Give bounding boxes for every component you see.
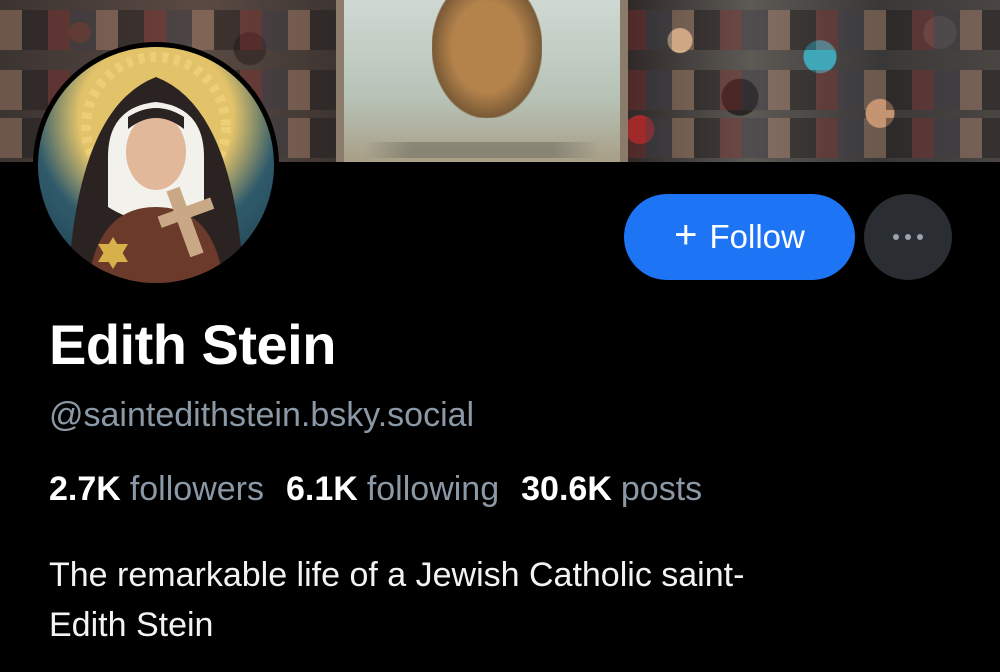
banner-painting <box>336 0 628 162</box>
plus-icon: + <box>674 213 698 257</box>
bio-line: Edith Stein <box>49 606 214 644</box>
profile-handle: @saintedithstein.bsky.social <box>49 396 475 434</box>
posts-label: posts <box>620 470 703 508</box>
painting-inscription <box>364 142 600 158</box>
bio-line: The remarkable life of a Jewish Catholic… <box>49 556 745 594</box>
posts-count: 30.6K <box>521 470 612 508</box>
followers-link[interactable]: 2.7K followers <box>49 470 264 509</box>
profile-stats: 2.7K followers 6.1K following 30.6K post… <box>49 470 702 509</box>
display-name: Edith Stein <box>49 313 336 376</box>
following-count: 6.1K <box>286 470 358 508</box>
following-label: following <box>366 470 500 508</box>
profile-bio: The remarkable life of a Jewish Catholic… <box>49 550 949 650</box>
more-options-button[interactable] <box>864 194 952 280</box>
following-link[interactable]: 6.1K following <box>286 470 499 509</box>
painting-figure <box>432 0 542 118</box>
followers-label: followers <box>129 470 264 508</box>
follow-button[interactable]: + Follow <box>624 194 855 280</box>
posts-stat: 30.6K posts <box>521 470 702 509</box>
avatar[interactable] <box>33 42 279 288</box>
followers-count: 2.7K <box>49 470 121 508</box>
ellipsis-icon <box>893 234 923 240</box>
avatar-image <box>38 47 274 283</box>
follow-label: Follow <box>709 218 805 255</box>
saint-portrait-icon <box>68 52 244 283</box>
